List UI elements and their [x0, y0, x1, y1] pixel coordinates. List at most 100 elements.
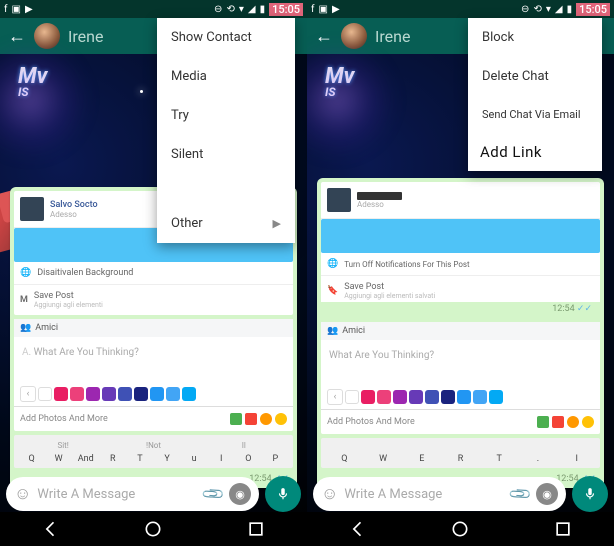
fb-compose-card: 👥Amici A. What Are You Thinking? ‹ — [14, 319, 293, 431]
recent-icon[interactable] — [246, 519, 266, 539]
key[interactable]: . — [519, 454, 558, 464]
menu-delete-chat[interactable]: Delete Chat — [468, 57, 602, 96]
swatch[interactable] — [54, 387, 68, 401]
swatch[interactable] — [118, 387, 132, 401]
photo-icon — [230, 413, 242, 425]
swatch[interactable] — [377, 390, 391, 404]
swatch[interactable] — [441, 390, 455, 404]
menu-show-contact[interactable]: Show Contact — [157, 18, 295, 57]
camera-icon[interactable]: ◉ — [229, 483, 251, 505]
swatch[interactable] — [38, 387, 52, 401]
attach-icon[interactable]: 📎 — [508, 481, 534, 507]
message-bubble[interactable]: Adesso 🌐 Turn Off Notifications For This… — [317, 178, 604, 488]
fb-compose-placeholder[interactable]: What Are You Thinking? — [321, 340, 600, 385]
fb-audience[interactable]: 👥Amici — [14, 319, 293, 337]
palette-back-icon[interactable]: ‹ — [20, 386, 36, 402]
menu-other[interactable]: Other▶ — [157, 204, 295, 243]
key[interactable]: P — [262, 454, 289, 464]
menu-send-email[interactable]: Send Chat Via Email — [468, 96, 602, 133]
message-input[interactable]: ☺ Write A Message 📎 ◉ — [6, 477, 259, 511]
swatch[interactable] — [102, 387, 116, 401]
key[interactable]: Q — [325, 454, 364, 464]
video-icon — [245, 413, 257, 425]
back-icon[interactable] — [41, 519, 61, 539]
clock: 15:05 — [269, 3, 303, 16]
menu-try[interactable]: Try — [157, 96, 295, 135]
suggestion[interactable]: Il — [199, 441, 289, 450]
message-timestamp: 12:54 ✓✓ — [321, 302, 600, 318]
home-icon[interactable] — [143, 519, 163, 539]
fb-audience[interactable]: 👥 Amici — [321, 322, 600, 340]
camera-icon[interactable]: ◉ — [536, 483, 558, 505]
double-check-icon: ✓✓ — [577, 304, 592, 314]
key[interactable]: T — [126, 454, 153, 464]
suggestion[interactable]: Sit! — [18, 441, 108, 450]
photo-icon — [537, 416, 549, 428]
swatch[interactable] — [70, 387, 84, 401]
emoji-icon — [275, 413, 287, 425]
menu-block[interactable]: Block — [468, 18, 602, 57]
swatch[interactable] — [409, 390, 423, 404]
fb-amici-label: Amici — [342, 326, 365, 336]
key[interactable]: R — [99, 454, 126, 464]
contact-name[interactable]: Irene — [68, 27, 103, 46]
add-photos-row[interactable]: Add Photos And More — [14, 406, 293, 431]
menu-add-link[interactable]: Add Link — [468, 133, 602, 171]
menu-media[interactable]: Media — [157, 57, 295, 96]
key[interactable]: W — [364, 454, 403, 464]
fb-compose-placeholder[interactable]: A. What Are You Thinking? — [14, 337, 293, 382]
mic-icon — [583, 487, 597, 501]
key[interactable]: W — [45, 454, 72, 464]
swatch[interactable] — [166, 387, 180, 401]
key[interactable]: I — [557, 454, 596, 464]
swatch[interactable] — [489, 390, 503, 404]
swatch[interactable] — [150, 387, 164, 401]
key[interactable]: Q — [18, 454, 45, 464]
mic-button[interactable] — [265, 476, 301, 512]
color-palette: ‹ — [321, 385, 600, 409]
swatch[interactable] — [134, 387, 148, 401]
key[interactable]: Y — [153, 454, 180, 464]
key[interactable]: R — [441, 454, 480, 464]
key[interactable]: u — [181, 454, 208, 464]
redacted-author — [357, 192, 402, 200]
swatch[interactable] — [86, 387, 100, 401]
people-icon: 👥 — [327, 326, 338, 336]
swatch[interactable] — [473, 390, 487, 404]
menu-silent[interactable]: Silent — [157, 135, 295, 174]
fb-author: Salvo Socto — [50, 200, 98, 210]
fb-save-label: Save Post — [34, 291, 103, 301]
key[interactable]: O — [235, 454, 262, 464]
home-icon[interactable] — [450, 519, 470, 539]
fb-action-save[interactable]: M Save Post Aggiungi agli elementi — [14, 285, 293, 315]
back-icon[interactable] — [348, 519, 368, 539]
mic-button[interactable] — [572, 476, 608, 512]
fb-action-notif[interactable]: 🌐 Turn Off Notifications For This Post — [321, 253, 600, 276]
swatch[interactable] — [182, 387, 196, 401]
message-input[interactable]: ☺ Write A Message 📎 ◉ — [313, 477, 566, 511]
swatch[interactable] — [345, 390, 359, 404]
key[interactable]: I — [208, 454, 235, 464]
contact-name[interactable]: Irene — [375, 27, 410, 46]
palette-back-icon[interactable]: ‹ — [327, 389, 343, 405]
attach-icon[interactable]: 📎 — [201, 481, 227, 507]
emoji-icon[interactable]: ☺ — [14, 484, 31, 504]
overflow-menu: Show Contact Media Try Silent Other▶ — [157, 18, 295, 243]
swatch[interactable] — [393, 390, 407, 404]
key[interactable]: T — [480, 454, 519, 464]
input-bar: ☺ Write A Message 📎 ◉ — [313, 476, 608, 512]
emoji-icon[interactable]: ☺ — [321, 484, 338, 504]
suggestion[interactable]: !Not — [108, 441, 198, 450]
fb-notif-label: Turn Off Notifications For This Post — [344, 260, 469, 269]
add-photos-row[interactable]: Add Photos And More — [321, 409, 600, 434]
recent-icon[interactable] — [553, 519, 573, 539]
swatch[interactable] — [457, 390, 471, 404]
swatch[interactable] — [361, 390, 375, 404]
key[interactable]: E — [402, 454, 441, 464]
fb-action-notif[interactable]: 🌐 Disaitivalen Background — [14, 262, 293, 285]
battery-icon: ▮ — [567, 4, 573, 15]
add-photos-label: Add Photos And More — [20, 414, 108, 424]
swatch[interactable] — [425, 390, 439, 404]
menu-blank[interactable] — [157, 174, 295, 204]
key[interactable]: And — [72, 454, 99, 464]
